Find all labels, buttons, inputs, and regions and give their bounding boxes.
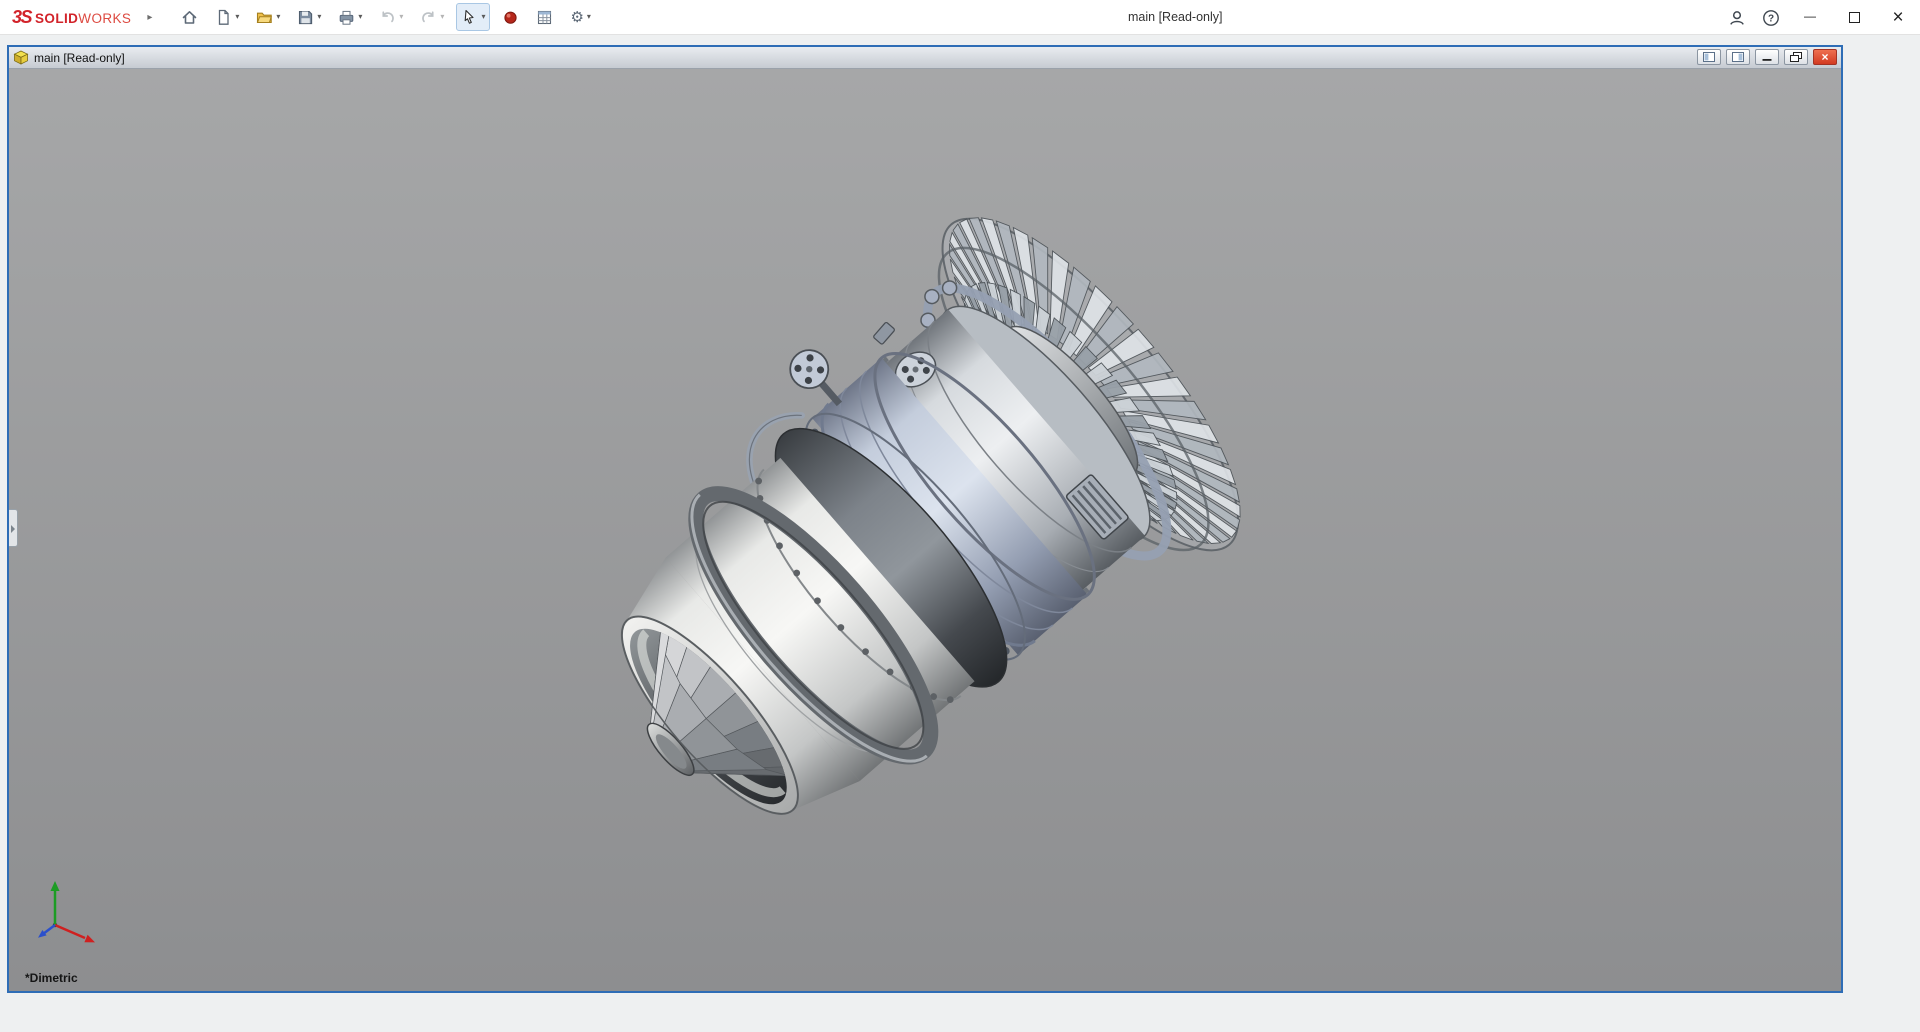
settings-caret-icon[interactable]: ▾ <box>587 13 591 21</box>
new-document-button[interactable]: ▾ <box>210 3 244 31</box>
doc-minimize-icon <box>1762 52 1772 62</box>
account-button[interactable] <box>1720 0 1754 35</box>
doc-restore-icon <box>1790 52 1802 62</box>
open-folder-icon <box>256 9 273 26</box>
tile-windows-button[interactable] <box>1726 49 1750 65</box>
document-window-controls: × <box>1697 49 1837 65</box>
new-document-icon <box>215 9 232 26</box>
z-axis-blue <box>43 925 55 934</box>
settings-button[interactable]: ⚙ ▾ <box>565 3 595 31</box>
minimize-button[interactable]: — <box>1788 0 1832 35</box>
spreadsheet-button[interactable] <box>531 3 558 31</box>
spreadsheet-icon <box>536 9 553 26</box>
maximize-button[interactable] <box>1832 0 1876 35</box>
solidworks-logo-text-bold: SOLID <box>35 11 78 26</box>
doc-close-button[interactable]: × <box>1813 49 1837 65</box>
cascade-windows-icon <box>1703 52 1715 62</box>
print-button[interactable]: ▾ <box>333 3 367 31</box>
redo-caret-icon[interactable]: ▾ <box>440 13 444 21</box>
open-caret-icon[interactable]: ▾ <box>276 13 280 21</box>
solidworks-logo: 3S SOLID WORKS <box>12 7 131 28</box>
new-document-caret-icon[interactable]: ▾ <box>235 13 239 21</box>
save-icon <box>297 9 314 26</box>
viewport-3d-canvas[interactable] <box>9 69 1841 991</box>
document-title: main [Read-only] <box>34 51 125 65</box>
close-icon: × <box>1892 7 1903 29</box>
redo-button[interactable]: ▾ <box>415 3 449 31</box>
help-button[interactable]: ? <box>1754 0 1788 35</box>
doc-minimize-button[interactable] <box>1755 49 1779 65</box>
minimize-icon: — <box>1804 9 1816 23</box>
home-icon <box>181 9 198 26</box>
print-icon <box>338 9 355 26</box>
settings-gear-icon: ⚙ <box>570 10 583 25</box>
x-axis-red <box>55 925 85 938</box>
svg-text:?: ? <box>1768 13 1774 24</box>
jet-engine-model[interactable] <box>521 175 1284 917</box>
close-button[interactable]: × <box>1876 0 1920 35</box>
toolbar-flyout-chevron-icon[interactable]: ▸ <box>147 12 152 23</box>
assembly-cube-icon <box>13 50 29 65</box>
redo-icon <box>420 9 437 26</box>
solidworks-logo-mark: 3S <box>12 7 31 28</box>
doc-close-icon: × <box>1821 51 1828 63</box>
save-button[interactable]: ▾ <box>292 3 326 31</box>
home-button[interactable] <box>176 3 203 31</box>
app-window-controls: ? — × <box>1720 0 1920 35</box>
undo-button[interactable]: ▾ <box>374 3 408 31</box>
app-title-bar: 3S SOLID WORKS ▸ ▾ ▾ ▾ ▾ ▾ ▾ <box>0 0 1920 35</box>
top-fitting <box>873 322 895 345</box>
quick-access-toolbar: ▾ ▾ ▾ ▾ ▾ ▾ ▾ <box>176 3 596 31</box>
undo-caret-icon[interactable]: ▾ <box>399 13 403 21</box>
maximize-icon <box>1849 12 1860 23</box>
tile-windows-icon <box>1732 52 1744 62</box>
open-button[interactable]: ▾ <box>251 3 285 31</box>
red-sphere-button[interactable] <box>497 3 524 31</box>
document-window: main [Read-only] × <box>7 45 1843 993</box>
solidworks-logo-text-light: WORKS <box>78 11 131 26</box>
orientation-triad[interactable] <box>38 881 95 942</box>
view-orientation-label: *Dimetric <box>25 971 78 985</box>
undo-icon <box>379 9 396 26</box>
featuremanager-collapsed-tab[interactable] <box>9 509 18 547</box>
app-document-title: main [Read-only] <box>1128 0 1223 35</box>
red-sphere-icon <box>502 9 519 26</box>
select-tool-caret-icon[interactable]: ▾ <box>481 13 485 21</box>
account-icon <box>1728 9 1746 27</box>
select-tool-button[interactable]: ▾ <box>456 3 490 31</box>
save-caret-icon[interactable]: ▾ <box>317 13 321 21</box>
cascade-windows-button[interactable] <box>1697 49 1721 65</box>
help-icon: ? <box>1762 9 1780 27</box>
print-caret-icon[interactable]: ▾ <box>358 13 362 21</box>
graphics-viewport[interactable]: *Dimetric <box>9 69 1841 991</box>
select-arrow-icon <box>461 9 478 26</box>
document-title-bar[interactable]: main [Read-only] × <box>9 47 1841 69</box>
doc-restore-button[interactable] <box>1784 49 1808 65</box>
